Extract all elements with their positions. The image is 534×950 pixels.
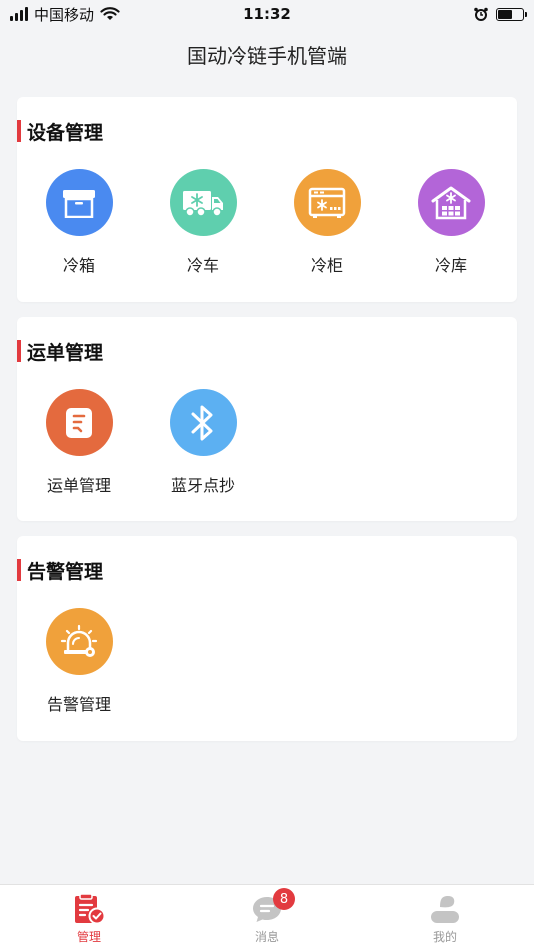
page-title: 国动冷链手机管端 [187,44,347,68]
section-items: 冷箱 冷车 冷柜 冷库 [17,169,517,276]
item-label: 蓝牙点抄 [170,476,235,495]
freezer-icon [293,169,361,236]
item-waybill[interactable]: 运单管理 [17,389,141,496]
item-label: 运单管理 [46,476,111,495]
section-title-label: 设备管理 [27,121,104,144]
item-cold-box[interactable]: 冷箱 [17,169,141,276]
section-accent-bar [17,559,21,581]
item-label: 冷柜 [310,256,343,275]
signal-icon [10,7,28,21]
section-title-label: 运单管理 [27,341,104,364]
tab-label: 管理 [76,930,101,944]
section-title-label: 告警管理 [27,560,104,583]
alarm-icon [45,608,113,675]
manage-icon [75,893,106,925]
item-cold-storage[interactable]: 冷库 [389,169,513,276]
item-cold-truck[interactable]: 冷车 [141,169,265,276]
waybill-icon [45,389,113,456]
truck-icon [169,169,237,236]
section-items: 运单管理 蓝牙点抄 [17,389,517,496]
section-items: 告警管理 [17,608,517,715]
wifi-icon [100,7,120,20]
tab-manage[interactable]: 管理 [0,885,178,950]
section-accent-bar [17,340,21,362]
alarm-management-card: 告警管理 告警管理 [17,536,517,741]
battery-icon [496,7,527,21]
warehouse-icon [417,169,485,236]
item-bluetooth-reading[interactable]: 蓝牙点抄 [141,389,265,496]
item-alarm[interactable]: 告警管理 [17,608,141,715]
waybill-management-card: 运单管理 运单管理 蓝牙点抄 [17,317,517,521]
status-right [474,7,527,21]
carrier-label: 中国移动 [34,5,95,24]
item-label: 冷库 [434,256,467,275]
item-label: 冷箱 [62,256,95,275]
tab-messages[interactable]: 8 消息 [178,885,356,950]
tab-label: 消息 [254,930,279,944]
status-left: 中国移动 [10,4,120,25]
tab-label: 我的 [432,930,457,944]
bluetooth-icon [169,389,237,456]
unread-badge: 8 [273,888,295,910]
status-bar: 中国移动 11:32 [0,0,534,28]
section-accent-bar [17,120,21,142]
box-icon [45,169,113,236]
profile-icon [431,896,459,923]
section-title: 告警管理 [17,558,104,583]
item-label: 冷车 [186,256,219,275]
item-cold-cabinet[interactable]: 冷柜 [265,169,389,276]
tab-profile[interactable]: 我的 [356,885,534,950]
tab-bar: 管理 8 消息 我的 [0,884,534,950]
alarm-clock-icon [474,7,488,21]
section-title: 设备管理 [17,119,104,144]
section-title: 运单管理 [17,339,104,364]
item-label: 告警管理 [46,695,111,714]
device-management-card: 设备管理 冷箱 冷车 冷柜 冷库 [17,97,517,302]
